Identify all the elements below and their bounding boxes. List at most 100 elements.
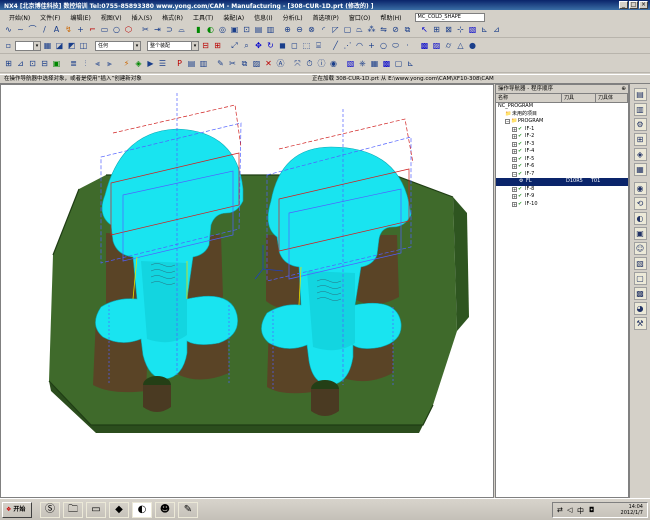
column-tool-body[interactable]: 刀具体 xyxy=(596,94,628,102)
spline-icon[interactable]: ∿ xyxy=(3,25,14,36)
polyline-icon[interactable]: ⋰ xyxy=(342,41,353,52)
join-icon[interactable]: ⊃ xyxy=(164,25,175,36)
feature-palette-icon[interactable]: ◈ xyxy=(633,148,647,161)
circle-tool-icon[interactable]: ○ xyxy=(378,41,389,52)
expand-icon[interactable]: + xyxy=(512,134,517,140)
taskbar-app-notepad-icon[interactable]: ✎ xyxy=(178,502,198,518)
column-tool[interactable]: 刀具 xyxy=(562,94,596,102)
chamfer-icon[interactable]: ◸ xyxy=(330,25,341,36)
intersect-icon[interactable]: ⊗ xyxy=(306,25,317,36)
expand-icon[interactable]: + xyxy=(512,164,517,170)
menu-insert[interactable]: 插入(S) xyxy=(127,13,158,22)
point-icon[interactable]: + xyxy=(75,25,86,36)
paste-object-icon[interactable]: ▨ xyxy=(251,58,262,69)
draft-icon[interactable]: ⏢ xyxy=(354,25,365,36)
menu-help[interactable]: 帮助(H) xyxy=(375,13,406,22)
select-filter-icon[interactable]: ▦ xyxy=(42,41,53,52)
expand-icon[interactable]: + xyxy=(512,141,517,147)
offset-curve-icon[interactable]: ↯ xyxy=(63,25,74,36)
wireframe-icon[interactable]: ◻ xyxy=(289,41,300,52)
grid-icon[interactable]: ⊠ xyxy=(443,25,454,36)
extend-icon[interactable]: ⇥ xyxy=(152,25,163,36)
delete-object-icon[interactable]: ✕ xyxy=(263,58,274,69)
text-icon[interactable]: A xyxy=(51,25,62,36)
type-filter-combo[interactable]: 任何 ▾ xyxy=(95,41,141,51)
blend-icon[interactable]: ◜ xyxy=(318,25,329,36)
deselect-icon[interactable]: ⊟ xyxy=(200,41,211,52)
copy-object-icon[interactable]: ⧉ xyxy=(239,58,250,69)
taskbar-app-qq-icon[interactable]: ☻ xyxy=(155,502,175,518)
shop-docs-icon[interactable]: ▤ xyxy=(186,58,197,69)
expand-icon[interactable]: + xyxy=(512,156,517,162)
create-operation-icon[interactable]: ▣ xyxy=(51,58,62,69)
menu-assembly[interactable]: 装配(A) xyxy=(218,13,249,22)
menu-start[interactable]: 开始(N) xyxy=(4,13,35,22)
tree-row[interactable]: + ✔ IF-8 xyxy=(496,186,628,194)
start-button[interactable]: ❖ 开始 xyxy=(2,502,32,518)
slot-icon[interactable]: ▥ xyxy=(265,25,276,36)
verify-toolpath-icon[interactable]: ◈ xyxy=(133,58,144,69)
rename-icon[interactable]: Ⓐ xyxy=(275,58,286,69)
tree-row[interactable]: + ✔ IF-4 xyxy=(496,148,628,156)
taskbar-app-folder-icon[interactable]: 🗀 xyxy=(63,502,83,518)
expand-icon[interactable]: + xyxy=(512,194,517,200)
roles-icon[interactable]: ☺ xyxy=(633,242,647,255)
subtract-icon[interactable]: ⊖ xyxy=(294,25,305,36)
part-navigator-icon[interactable]: ▥ xyxy=(633,103,647,116)
curve-icon[interactable]: ~ xyxy=(15,25,26,36)
minimize-button[interactable]: _ xyxy=(619,1,628,9)
boss-icon[interactable]: ▣ xyxy=(229,25,240,36)
menu-view[interactable]: 视图(V) xyxy=(96,13,127,22)
line-icon[interactable]: / xyxy=(39,25,50,36)
snap-icon[interactable]: ⊹ xyxy=(455,25,466,36)
menu-preferences[interactable]: 首选项(P) xyxy=(308,13,344,22)
layer-icon[interactable]: ▧ xyxy=(467,25,478,36)
expand-icon[interactable]: + xyxy=(512,149,517,155)
system-materials-icon[interactable]: ◐ xyxy=(633,212,647,225)
mirror-icon[interactable]: ⇋ xyxy=(378,25,389,36)
expand-icon[interactable]: + xyxy=(512,201,517,207)
menu-window[interactable]: 窗口(O) xyxy=(344,13,375,22)
cut-object-icon[interactable]: ✂ xyxy=(227,58,238,69)
assembly-navigator-icon[interactable]: ▤ xyxy=(633,88,647,101)
select-feature-icon[interactable]: ◪ xyxy=(54,41,65,52)
select-edge-icon[interactable]: ◫ xyxy=(78,41,89,52)
cls-output-icon[interactable]: ▥ xyxy=(198,58,209,69)
select-face-icon[interactable]: ◩ xyxy=(66,41,77,52)
replay-toolpath-icon[interactable]: ▶ xyxy=(145,58,156,69)
antivirus-icon[interactable]: ◘ xyxy=(589,506,595,514)
history-icon[interactable]: ⟲ xyxy=(633,197,647,210)
tree-row[interactable]: + ✔ IF-10 xyxy=(496,201,628,209)
3d-model-view[interactable] xyxy=(1,85,494,498)
revolve-icon[interactable]: ◐ xyxy=(205,25,216,36)
reuse-library-icon[interactable]: ▦ xyxy=(633,163,647,176)
feed-speed-icon[interactable]: ⏱ xyxy=(304,58,315,69)
pad-icon[interactable]: ▤ xyxy=(253,25,264,36)
ncm-icon[interactable]: ▩ xyxy=(381,58,392,69)
method-view-icon[interactable]: ⫸ xyxy=(104,58,115,69)
assembly-scope-combo[interactable]: 整个装配 ▾ xyxy=(147,41,199,51)
cone-icon[interactable]: △ xyxy=(455,41,466,52)
zoom-icon[interactable]: ⌕ xyxy=(241,41,252,52)
tree-row[interactable]: + ✔ IF-9 xyxy=(496,193,628,201)
pocket-icon[interactable]: ⊡ xyxy=(241,25,252,36)
taskbar-app-active-icon[interactable]: ◐ xyxy=(132,502,152,518)
new-part-icon[interactable]: ▫ xyxy=(3,41,14,52)
arc-tool-icon[interactable]: ◠ xyxy=(354,41,365,52)
web-browser-icon[interactable]: ◉ xyxy=(633,182,647,195)
menu-edit[interactable]: 编辑(E) xyxy=(65,13,95,22)
circle-icon[interactable]: ○ xyxy=(111,25,122,36)
datum-icon[interactable]: ⊿ xyxy=(491,25,502,36)
sketch-icon[interactable]: ⌐ xyxy=(87,25,98,36)
shell-icon[interactable]: ▢ xyxy=(342,25,353,36)
palette-icon[interactable]: ▩ xyxy=(633,287,647,300)
shaded-icon[interactable]: ◼ xyxy=(277,41,288,52)
rectangle-icon[interactable]: ▭ xyxy=(99,25,110,36)
select-toggle-icon[interactable]: ⊞ xyxy=(212,41,223,52)
pin-icon[interactable]: ⊕ xyxy=(621,85,626,93)
hole-icon[interactable]: ◎ xyxy=(217,25,228,36)
expand-icon[interactable]: + xyxy=(512,186,517,192)
tree-row[interactable]: ⚙ FL D10R5 T01 xyxy=(496,178,628,186)
collapse-icon[interactable]: − xyxy=(512,171,517,177)
arc-icon[interactable]: ⌒ xyxy=(27,25,38,36)
